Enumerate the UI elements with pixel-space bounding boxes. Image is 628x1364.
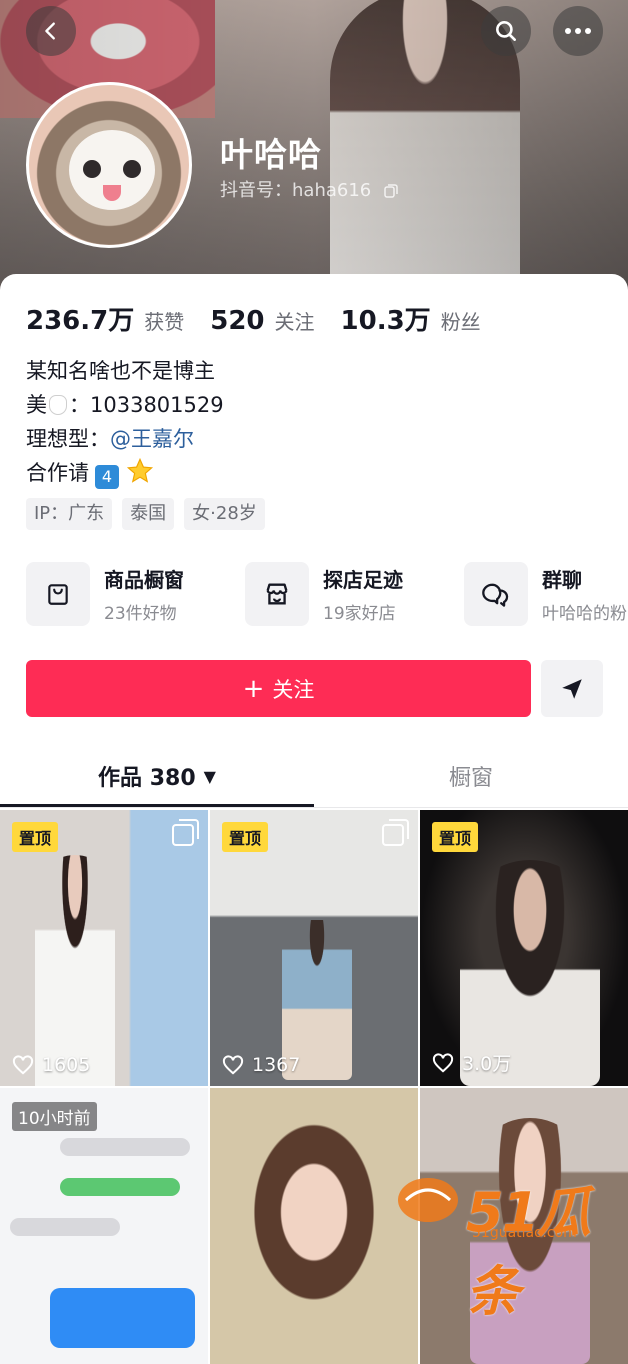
keycap-number-icon: 4	[95, 465, 119, 489]
entry-store-visits[interactable]: 探店足迹 19家好店	[245, 562, 464, 626]
bio-line-3: 理想型：@王嘉尔	[26, 427, 194, 451]
entry-group-chat[interactable]: 群聊 叶哈哈的粉	[464, 562, 628, 626]
content-tabs: 作品 380 ▼ 橱窗	[0, 744, 628, 808]
heart-icon	[432, 1052, 454, 1072]
tab-works[interactable]: 作品 380 ▼	[0, 744, 314, 808]
video-thumbnail[interactable]: 置顶 1367	[210, 810, 418, 1086]
nickname: 叶哈哈	[220, 135, 322, 174]
search-button[interactable]	[481, 6, 531, 56]
store-icon	[266, 583, 288, 605]
stat-following[interactable]: 520 关注	[210, 306, 314, 336]
pinned-badge: 置顶	[432, 822, 479, 852]
send-arrow-icon	[562, 678, 582, 699]
profile-tags: IP：广东 泰国 女·28岁	[26, 498, 265, 530]
heart-icon	[12, 1055, 34, 1075]
bio-line-2: 美：1033801529	[26, 393, 224, 417]
stat-likes[interactable]: 236.7万 获赞	[26, 300, 184, 337]
feature-entries: 商品橱窗 23件好物 探店足迹 19家好店 群聊 叶哈哈的粉	[26, 562, 628, 626]
heart-icon	[222, 1055, 244, 1075]
tag-school[interactable]: 泰国	[122, 498, 175, 530]
follow-button[interactable]: + 关注	[26, 660, 531, 717]
entry-shop-window[interactable]: 商品橱窗 23件好物	[26, 562, 245, 626]
douyin-id[interactable]: 抖音号：haha616	[220, 176, 399, 202]
watermark-text: 51瓜条	[466, 1181, 591, 1323]
mention-link[interactable]: @王嘉尔	[110, 427, 194, 451]
video-thumbnail[interactable]: 10小时前	[0, 1088, 208, 1364]
video-thumbnail[interactable]: 置顶 3.0万	[420, 810, 628, 1086]
post-time-badge: 10小时前	[12, 1102, 97, 1131]
chat-bubbles-icon	[482, 583, 509, 607]
more-button[interactable]	[553, 6, 603, 56]
like-count: 3.0万	[432, 1049, 511, 1076]
plus-icon: +	[242, 673, 265, 704]
like-count: 1367	[222, 1054, 300, 1076]
chevron-left-icon	[45, 22, 55, 40]
like-count: 1605	[12, 1054, 90, 1076]
copy-icon[interactable]	[383, 183, 399, 199]
avatar[interactable]	[26, 82, 192, 248]
tab-showcase[interactable]: 橱窗	[314, 744, 628, 808]
stat-followers[interactable]: 10.3万 粉丝	[341, 300, 481, 337]
stats-row: 236.7万 获赞 520 关注 10.3万 粉丝	[26, 300, 507, 337]
pinned-badge: 置顶	[12, 822, 59, 852]
caret-down-icon: ▼	[203, 766, 216, 786]
shopping-bag-icon	[48, 584, 68, 605]
more-dots-icon	[565, 28, 591, 34]
tag-ip: IP：广东	[26, 498, 113, 530]
bio-line-1: 某知名啥也不是博主	[26, 359, 215, 383]
bio-line-4: 合作请 4	[26, 456, 224, 490]
watermark-url: 51guatiao.com	[472, 1225, 577, 1241]
video-thumbnail[interactable]: 置顶 1605	[0, 810, 208, 1086]
pinned-badge: 置顶	[222, 822, 269, 852]
bio: 某知名啥也不是博主 美：1033801529 理想型：@王嘉尔 合作请 4	[26, 354, 224, 490]
message-button[interactable]	[541, 660, 603, 717]
douyin-id-text: 抖音号：haha616	[220, 180, 372, 201]
follow-label: 关注	[272, 677, 315, 702]
tag-gender-age: 女·28岁	[184, 498, 265, 530]
back-button[interactable]	[26, 6, 76, 56]
multi-image-icon	[382, 819, 409, 846]
video-thumbnail[interactable]	[210, 1088, 418, 1364]
profile-card: 236.7万 获赞 520 关注 10.3万 粉丝 某知名啥也不是博主 美：10…	[0, 274, 628, 1364]
search-icon	[496, 21, 516, 41]
multi-image-icon	[172, 819, 199, 846]
tooth-icon	[49, 395, 67, 415]
star-icon	[126, 457, 153, 483]
